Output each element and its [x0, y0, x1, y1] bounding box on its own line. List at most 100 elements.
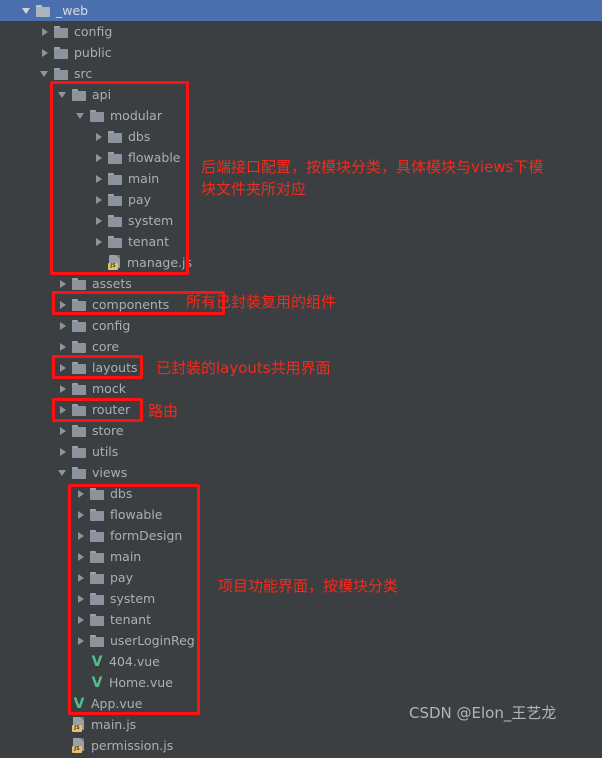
folder-icon	[90, 487, 105, 500]
tree-row-label: utils	[92, 444, 119, 459]
tree-row[interactable]: dbs	[0, 483, 602, 504]
tree-row[interactable]: formDesign	[0, 525, 602, 546]
chevron-right-icon[interactable]	[58, 362, 69, 373]
chevron-down-icon[interactable]	[76, 110, 87, 121]
folder-icon	[72, 445, 87, 458]
chevron-right-icon[interactable]	[58, 404, 69, 415]
folder-icon	[72, 88, 87, 101]
chevron-right-icon[interactable]	[94, 194, 105, 205]
chevron-right-icon[interactable]	[76, 488, 87, 499]
tree-row-label: components	[92, 297, 170, 312]
tree-row[interactable]: flowable	[0, 504, 602, 525]
tree-row-label: flowable	[128, 150, 181, 165]
folder-icon	[72, 403, 87, 416]
folder-icon	[72, 277, 87, 290]
tree-row[interactable]: router	[0, 399, 602, 420]
chevron-right-icon[interactable]	[76, 572, 87, 583]
chevron-right-icon[interactable]	[58, 320, 69, 331]
tree-row-label: api	[92, 87, 112, 102]
chevron-right-icon[interactable]	[58, 425, 69, 436]
tree-row[interactable]: modular	[0, 105, 602, 126]
tree-row[interactable]: JS permission.js	[0, 735, 602, 756]
tree-row-label: main	[110, 549, 142, 564]
tree-row[interactable]: tenant	[0, 231, 602, 252]
tree-row-label: 404.vue	[109, 654, 160, 669]
folder-icon	[72, 466, 87, 479]
tree-row[interactable]: store	[0, 420, 602, 441]
tree-row-label: pay	[128, 192, 151, 207]
chevron-right-icon[interactable]	[40, 47, 51, 58]
folder-icon	[108, 193, 123, 206]
chevron-right-icon[interactable]	[94, 131, 105, 142]
vue-file-icon: V	[91, 674, 103, 691]
no-toggle-spacer	[58, 719, 69, 730]
chevron-right-icon[interactable]	[76, 530, 87, 541]
chevron-down-icon[interactable]	[22, 5, 33, 16]
chevron-right-icon[interactable]	[58, 383, 69, 394]
chevron-down-icon[interactable]	[40, 68, 51, 79]
tree-row[interactable]: system	[0, 210, 602, 231]
tree-row[interactable]: config	[0, 315, 602, 336]
chevron-right-icon[interactable]	[58, 341, 69, 352]
no-toggle-spacer	[58, 740, 69, 751]
tree-row[interactable]: views	[0, 462, 602, 483]
folder-icon	[72, 382, 87, 395]
tree-row[interactable]: userLoginReg	[0, 630, 602, 651]
folder-icon	[72, 340, 87, 353]
chevron-down-icon[interactable]	[58, 89, 69, 100]
chevron-right-icon[interactable]	[76, 614, 87, 625]
chevron-right-icon[interactable]	[76, 509, 87, 520]
tree-row-label: src	[74, 66, 93, 81]
tree-row[interactable]: V 404.vue	[0, 651, 602, 672]
folder-icon	[108, 172, 123, 185]
tree-row[interactable]: JS manage.js	[0, 252, 602, 273]
folder-icon	[72, 319, 87, 332]
tree-row[interactable]: mock	[0, 378, 602, 399]
tree-row[interactable]: V Home.vue	[0, 672, 602, 693]
chevron-right-icon[interactable]	[94, 152, 105, 163]
chevron-right-icon[interactable]	[58, 299, 69, 310]
chevron-right-icon[interactable]	[76, 635, 87, 646]
tree-row[interactable]: public	[0, 42, 602, 63]
chevron-right-icon[interactable]	[40, 26, 51, 37]
tree-row-label: system	[110, 591, 156, 606]
tree-row[interactable]: core	[0, 336, 602, 357]
tree-row[interactable]: config	[0, 21, 602, 42]
no-toggle-spacer	[76, 677, 87, 688]
folder-icon	[90, 109, 105, 122]
tree-row-label: _web	[56, 3, 89, 18]
js-file-icon: JS	[72, 717, 86, 732]
folder-icon	[72, 361, 87, 374]
chevron-right-icon[interactable]	[94, 215, 105, 226]
folder-icon	[90, 571, 105, 584]
tree-row-label: dbs	[128, 129, 151, 144]
chevron-down-icon[interactable]	[58, 467, 69, 478]
tree-row[interactable]: _web	[0, 0, 602, 21]
chevron-right-icon[interactable]	[58, 446, 69, 457]
tree-row-label: flowable	[110, 507, 163, 522]
vue-file-icon: V	[73, 695, 85, 712]
tree-row[interactable]: tenant	[0, 609, 602, 630]
chevron-right-icon[interactable]	[76, 593, 87, 604]
folder-icon	[90, 529, 105, 542]
chevron-right-icon[interactable]	[76, 551, 87, 562]
tree-row-label: tenant	[128, 234, 169, 249]
csdn-watermark: CSDN @Elon_王艺龙	[409, 704, 557, 722]
tree-row-label: permission.js	[91, 738, 174, 753]
chevron-right-icon[interactable]	[94, 173, 105, 184]
chevron-right-icon[interactable]	[94, 236, 105, 247]
folder-icon	[54, 46, 69, 59]
chevron-right-icon[interactable]	[58, 278, 69, 289]
tree-row-label: formDesign	[110, 528, 183, 543]
tree-row[interactable]: api	[0, 84, 602, 105]
tree-row[interactable]: utils	[0, 441, 602, 462]
js-file-icon: JS	[108, 255, 122, 270]
folder-icon	[90, 550, 105, 563]
folder-icon	[108, 151, 123, 164]
tree-row-label: views	[92, 465, 128, 480]
views-note: 项目功能界面，按模块分类	[218, 577, 399, 595]
tree-row[interactable]: src	[0, 63, 602, 84]
tree-row-label: router	[92, 402, 131, 417]
tree-row[interactable]: main	[0, 546, 602, 567]
tree-row[interactable]: dbs	[0, 126, 602, 147]
